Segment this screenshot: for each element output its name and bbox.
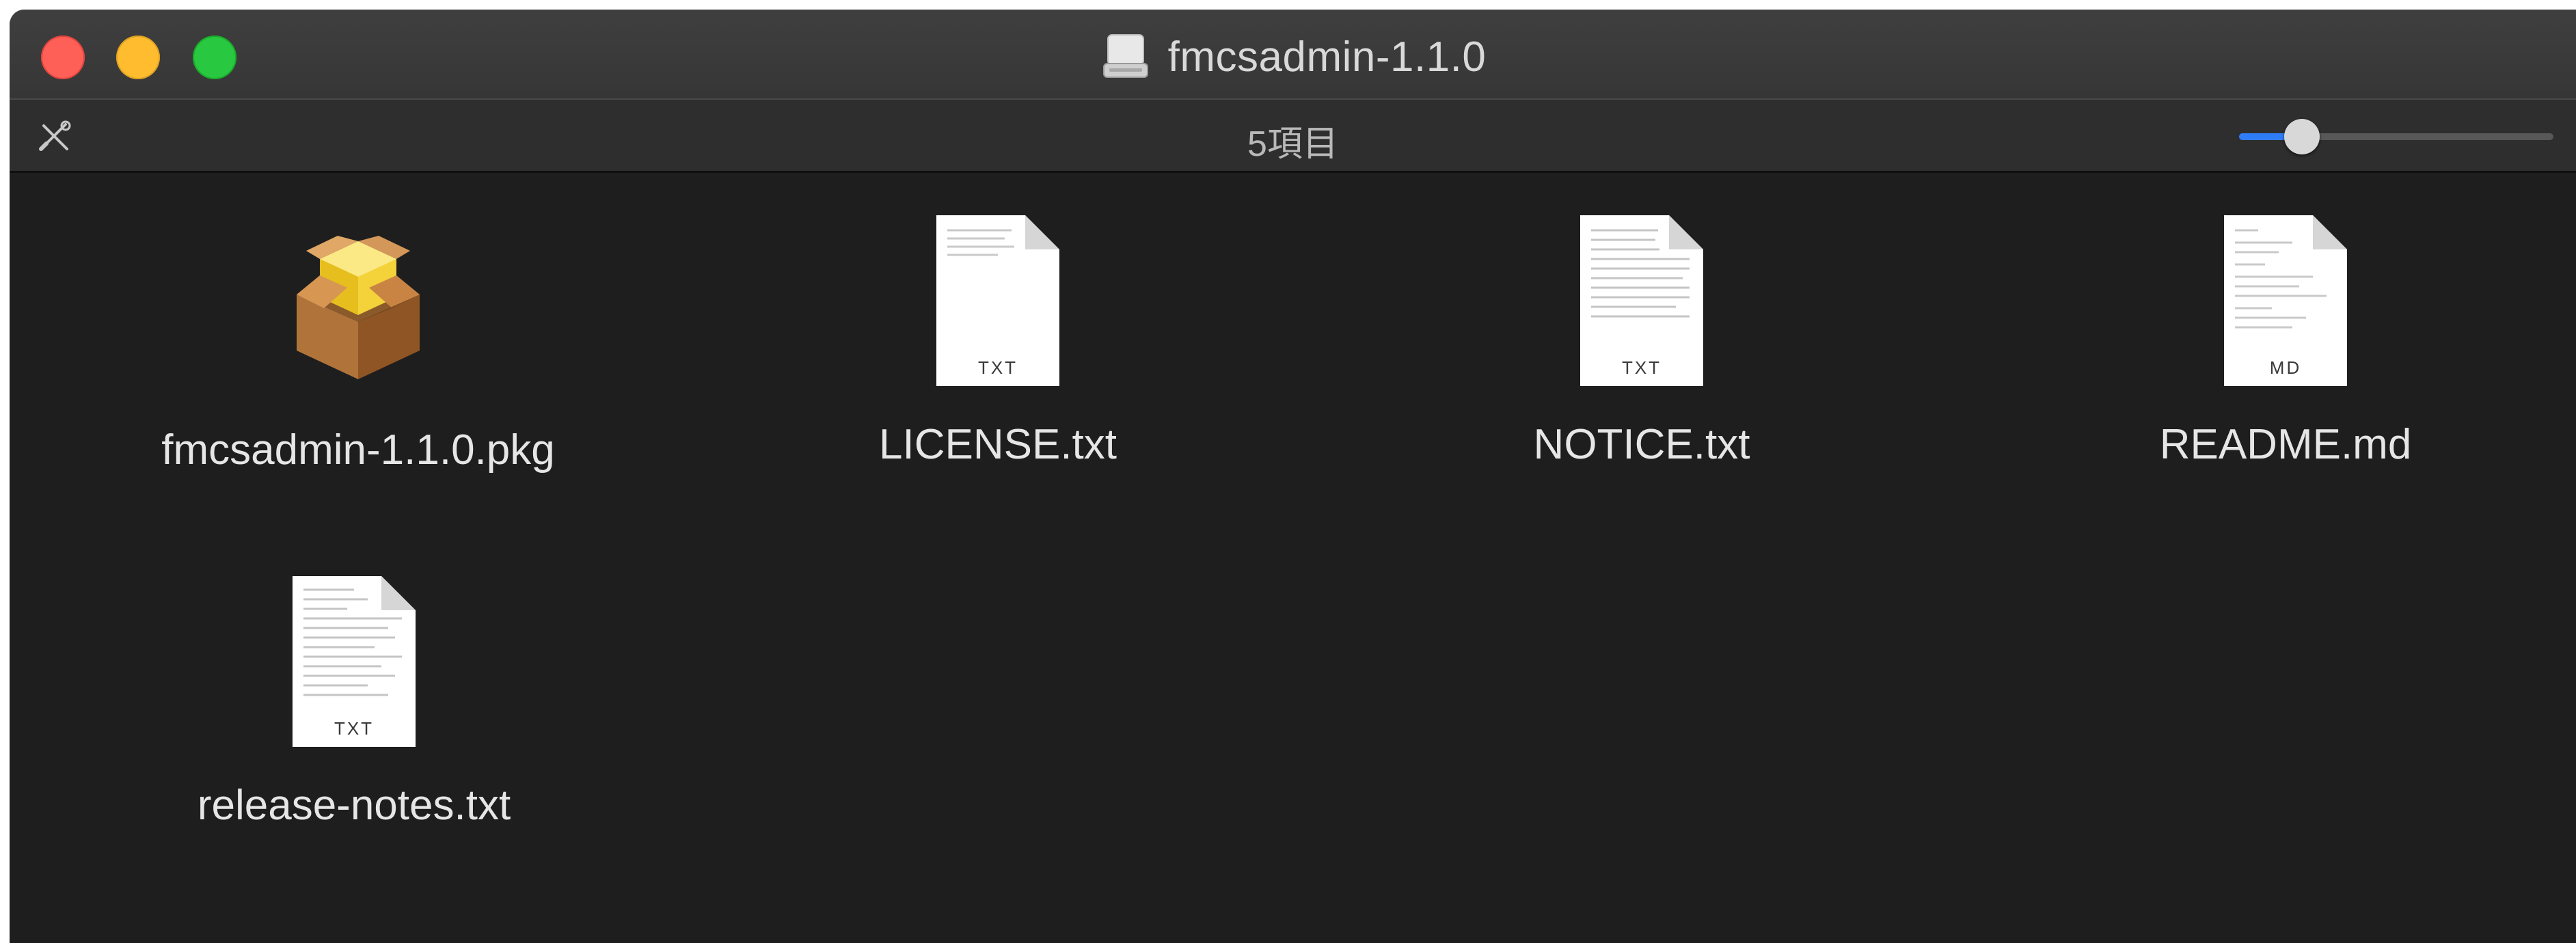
file-item-license[interactable]: TXT LICENSE.txt bbox=[793, 215, 1203, 543]
finder-window: fmcsadmin-1.1.0 5項目 fmcsadmin-1.1.0.pkg … bbox=[10, 10, 2576, 943]
text-document-icon: MD bbox=[2224, 215, 2347, 386]
file-type-label: TXT bbox=[978, 357, 1018, 378]
file-item-release-notes[interactable]: TXT release-notes.txt bbox=[149, 576, 559, 904]
file-item-notice[interactable]: TXT NOTICE.txt bbox=[1437, 215, 1847, 543]
file-name[interactable]: fmcsadmin-1.1.0.pkg bbox=[153, 426, 563, 474]
status-bar: 5項目 bbox=[10, 100, 2576, 173]
icon-size-slider[interactable] bbox=[2239, 119, 2553, 154]
file-name[interactable]: LICENSE.txt bbox=[793, 420, 1203, 469]
text-document-icon: TXT bbox=[1580, 215, 1703, 386]
file-item-readme[interactable]: MD README.md bbox=[2080, 215, 2491, 543]
disk-image-icon bbox=[1102, 34, 1148, 78]
file-name[interactable]: release-notes.txt bbox=[149, 781, 559, 830]
slider-knob[interactable] bbox=[2284, 119, 2320, 154]
file-browser-area[interactable]: fmcsadmin-1.1.0.pkg TXT LICENSE.txt TXT … bbox=[10, 173, 2576, 943]
file-type-label: TXT bbox=[334, 718, 374, 739]
file-type-label: MD bbox=[2270, 357, 2301, 378]
file-item-pkg[interactable]: fmcsadmin-1.1.0.pkg bbox=[153, 221, 563, 549]
file-name[interactable]: NOTICE.txt bbox=[1437, 420, 1847, 469]
window-title-group: fmcsadmin-1.1.0 bbox=[10, 26, 2576, 87]
item-count-label: 5項目 bbox=[1247, 124, 1338, 164]
file-type-label: TXT bbox=[1622, 357, 1662, 378]
package-icon bbox=[297, 236, 420, 379]
file-name[interactable]: README.md bbox=[2080, 420, 2491, 469]
window-title: fmcsadmin-1.1.0 bbox=[1167, 33, 1487, 81]
text-document-icon: TXT bbox=[293, 576, 416, 747]
title-bar[interactable]: fmcsadmin-1.1.0 bbox=[10, 10, 2576, 100]
text-document-icon: TXT bbox=[936, 215, 1059, 386]
